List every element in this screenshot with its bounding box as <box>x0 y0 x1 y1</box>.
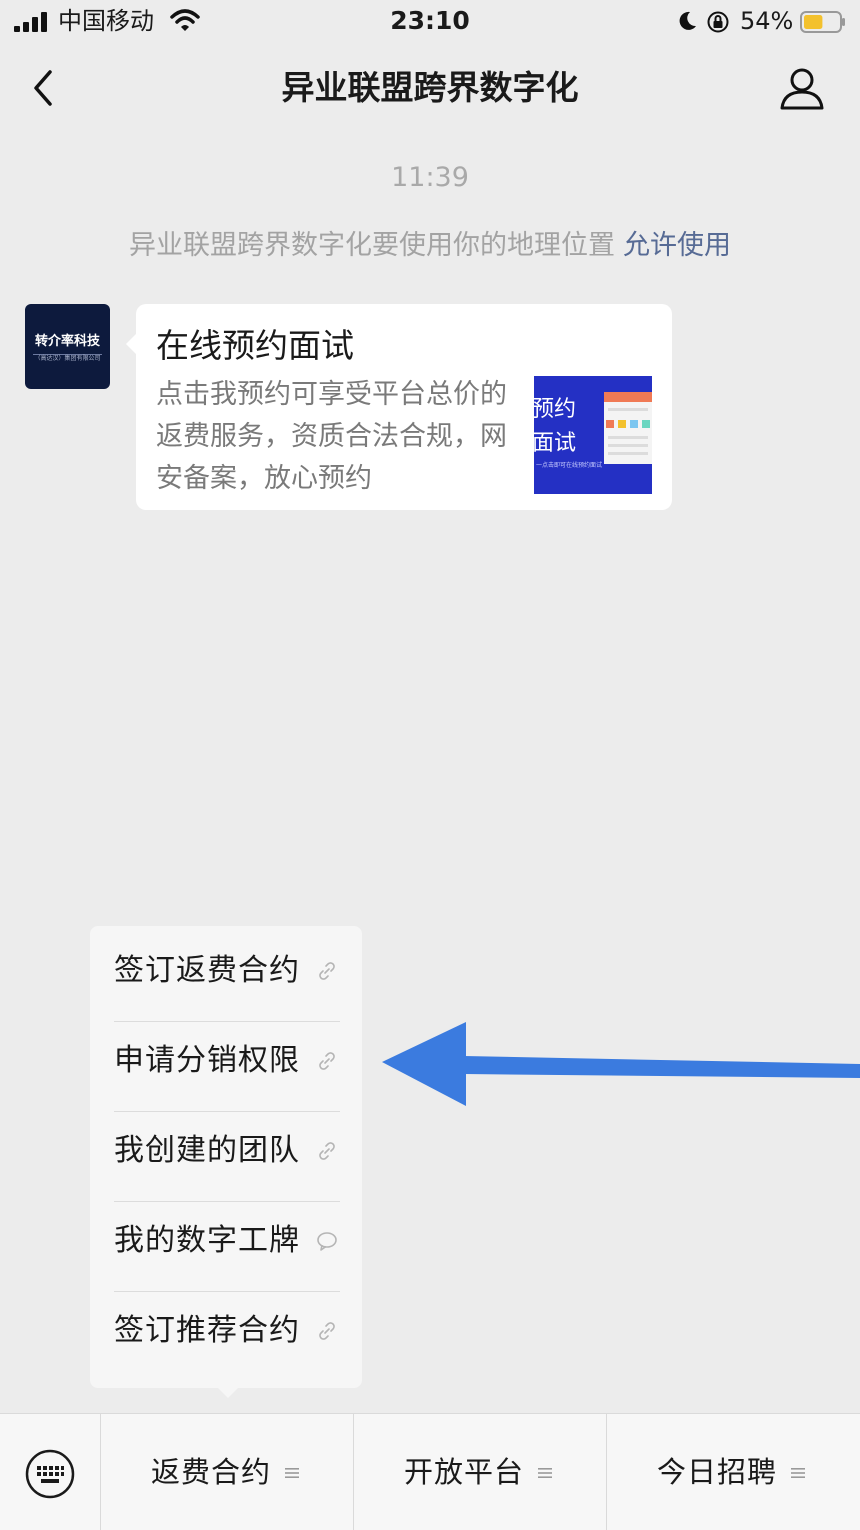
tab-open-platform[interactable]: 开放平台 <box>354 1414 606 1530</box>
chat-bubble-icon <box>317 1232 337 1251</box>
tab-label: 今日招聘 <box>657 1455 778 1489</box>
link-icon <box>319 962 335 980</box>
menu-item-label: 签订推荐合约 <box>114 1313 300 1348</box>
menu-item-label: 我创建的团队 <box>114 1133 300 1168</box>
thumbnail-text-line1: 预约 <box>534 397 577 422</box>
document-illustration-icon <box>604 392 652 464</box>
menu-lines-icon <box>791 1468 805 1478</box>
rotation-lock-icon <box>707 11 729 33</box>
clock: 23:10 <box>390 6 470 35</box>
tab-label: 开放平台 <box>404 1455 525 1489</box>
menu-item-sign-rebate-contract[interactable]: 签订返费合约 <box>114 926 340 1016</box>
system-message: 异业联盟跨界数字化要使用你的地理位置 允许使用 <box>0 226 860 266</box>
menu-item-label: 签订返费合约 <box>114 953 300 988</box>
card-thumbnail: 预约 面试 一点击即可在线预约面试 <box>534 376 652 494</box>
battery-icon <box>800 11 845 33</box>
popup-menu: 签订返费合约 申请分销权限 我创建的团队 我的数字工牌 签订推荐合约 <box>90 926 362 1398</box>
person-icon[interactable] <box>778 66 826 110</box>
page-title: 异业联盟跨界数字化 <box>281 68 579 107</box>
menu-lines-icon <box>285 1468 299 1478</box>
menu-item-label: 申请分销权限 <box>114 1043 300 1078</box>
keyboard-icon <box>25 1449 75 1499</box>
thumbnail-caption: 一点击即可在线预约面试 <box>536 462 603 469</box>
thumbnail-text-line2: 面试 <box>534 431 577 456</box>
avatar-brand-name: 转介率科技 <box>34 334 100 349</box>
link-icon <box>319 1142 335 1160</box>
moon-icon <box>679 11 696 30</box>
menu-lines-icon <box>538 1468 552 1478</box>
link-icon <box>319 1322 335 1340</box>
link-icon <box>319 1052 335 1070</box>
battery-percent: 54% <box>740 7 794 35</box>
nav-bar: 异业联盟跨界数字化 <box>0 44 860 134</box>
annotation-arrow-icon <box>382 1022 860 1106</box>
avatar-subtitle: （高达汉）集团有限公司 <box>34 355 101 362</box>
allow-location-link[interactable]: 允许使用 <box>623 230 731 261</box>
menu-item-digital-badge[interactable]: 我的数字工牌 <box>114 1196 340 1286</box>
bottom-menu-bar: 返费合约 开放平台 今日招聘 <box>0 1413 860 1530</box>
card-title: 在线预约面试 <box>156 326 354 365</box>
menu-item-my-team[interactable]: 我创建的团队 <box>114 1106 340 1196</box>
menu-item-sign-referral-contract[interactable]: 签订推荐合约 <box>114 1286 340 1376</box>
chat-timestamp: 11:39 <box>391 162 469 193</box>
tab-rebate-contract[interactable]: 返费合约 <box>101 1414 353 1530</box>
menu-item-label: 我的数字工牌 <box>114 1223 300 1258</box>
status-bar: 中国移动 23:10 54% <box>0 0 860 44</box>
avatar[interactable]: 转介率科技 （高达汉）集团有限公司 <box>25 304 110 389</box>
tab-label: 返费合约 <box>151 1455 272 1489</box>
menu-item-apply-distribution[interactable]: 申请分销权限 <box>114 1016 340 1106</box>
system-message-text: 异业联盟跨界数字化要使用你的地理位置 <box>129 230 615 261</box>
tab-todays-jobs[interactable]: 今日招聘 <box>607 1414 860 1530</box>
card-description: 点击我预约可享受平台总价的返费服务，资质合法合规，网安备案，放心预约 <box>156 379 507 494</box>
keyboard-toggle-button[interactable] <box>0 1414 100 1530</box>
link-card-message[interactable]: 在线预约面试 点击我预约可享受平台总价的返费服务，资质合法合规，网安备案，放心预… <box>126 304 672 510</box>
